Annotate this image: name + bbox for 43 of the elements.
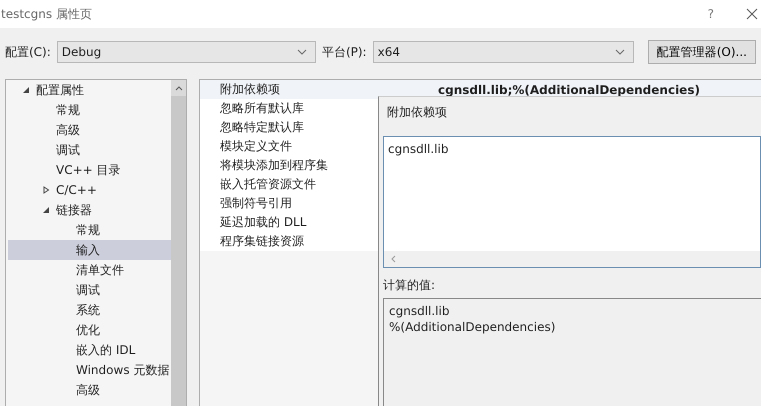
expanded-triangle-icon[interactable] xyxy=(42,206,50,214)
configuration-dropdown[interactable]: Debug xyxy=(56,41,316,63)
platform-label: 平台(P): xyxy=(322,44,367,60)
tree-item[interactable]: 常规 xyxy=(8,100,171,120)
tree-item[interactable]: 常规 xyxy=(8,220,171,240)
tree-item[interactable]: 高级 xyxy=(8,120,171,140)
help-button[interactable]: ? xyxy=(708,7,714,21)
tree-item[interactable]: 高级 xyxy=(8,380,171,400)
tree-item[interactable]: 优化 xyxy=(8,320,171,340)
chevron-down-icon[interactable] xyxy=(296,49,307,55)
editor-title: 附加依赖项 xyxy=(386,104,448,120)
property-row[interactable]: 延迟加载的 DLL xyxy=(200,213,380,232)
property-row[interactable]: 嵌入托管资源文件 xyxy=(200,175,380,194)
computed-value-box: cgnsdll.lib %(AdditionalDependencies) xyxy=(383,298,761,406)
close-icon[interactable] xyxy=(746,8,758,20)
tree-item[interactable]: 清单文件 xyxy=(8,260,171,280)
platform-dropdown[interactable]: x64 xyxy=(372,41,634,63)
tree-item[interactable]: 调试 xyxy=(8,140,171,160)
tree-item[interactable]: 配置属性 xyxy=(8,80,171,100)
configuration-manager-button[interactable]: 配置管理器(O)... xyxy=(648,40,756,64)
property-row[interactable]: 忽略特定默认库 xyxy=(200,118,380,137)
collapsed-triangle-icon[interactable] xyxy=(42,186,50,194)
scrollbar[interactable] xyxy=(171,80,186,406)
property-row[interactable]: 模块定义文件 xyxy=(200,137,380,156)
computed-value-label: 计算的值: xyxy=(383,277,436,294)
tree-item[interactable]: C/C++ xyxy=(8,180,171,200)
configuration-label: 配置(C): xyxy=(5,44,51,60)
tree-item[interactable]: 链接器 xyxy=(8,200,171,220)
property-row[interactable]: 将模块添加到程序集 xyxy=(200,156,380,175)
tree-item[interactable]: Windows 元数据 xyxy=(8,360,171,380)
chevron-up-icon[interactable] xyxy=(174,85,182,91)
tree-item[interactable]: 系统 xyxy=(8,300,171,320)
property-row[interactable]: 忽略所有默认库 xyxy=(200,99,380,118)
window-title: testcgns 属性页 xyxy=(1,6,93,22)
tree-item[interactable]: 嵌入的 IDL xyxy=(8,340,171,360)
tree-item[interactable]: VC++ 目录 xyxy=(8,160,171,180)
chevron-down-icon[interactable] xyxy=(614,49,625,55)
tree-item[interactable]: 输入 xyxy=(8,240,171,260)
property-row[interactable]: 强制符号引用 xyxy=(200,194,380,213)
scrollbar[interactable] xyxy=(384,251,760,267)
expanded-triangle-icon[interactable] xyxy=(22,86,30,94)
tree-item[interactable]: 调试 xyxy=(8,280,171,300)
property-row[interactable]: 程序集链接资源 xyxy=(200,232,380,251)
